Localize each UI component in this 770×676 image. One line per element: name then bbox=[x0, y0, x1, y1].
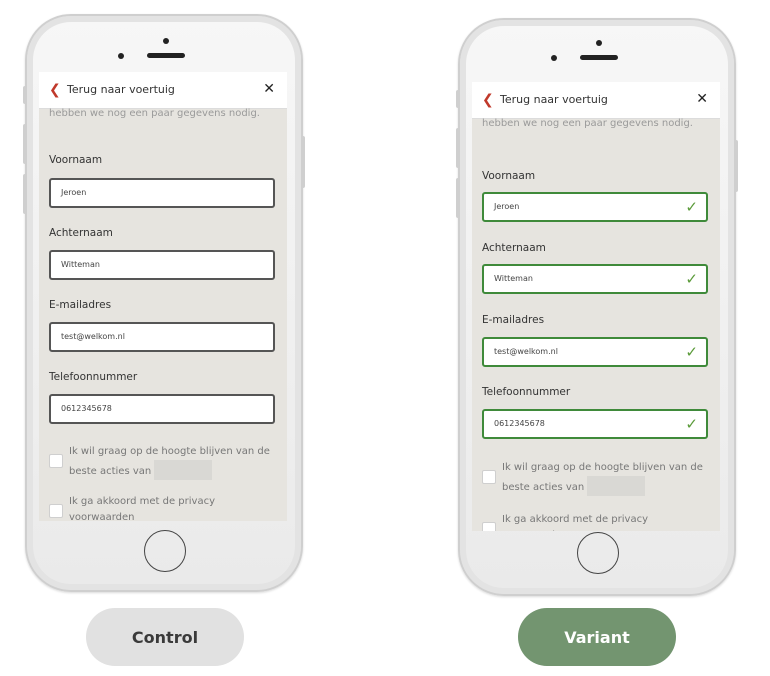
last-name-label: Achternaam bbox=[49, 227, 113, 239]
mute-switch bbox=[23, 86, 27, 104]
intro-text: hebben we nog een paar gegevens nodig. bbox=[482, 118, 693, 129]
power-button bbox=[301, 136, 305, 188]
phone-variant: ❮ Terug naar voertuig ✕ hebben we nog ee… bbox=[456, 18, 738, 596]
check-icon: ✓ bbox=[685, 343, 698, 361]
sensor bbox=[551, 55, 557, 61]
back-link[interactable]: Terug naar voertuig bbox=[67, 83, 175, 96]
front-camera bbox=[163, 38, 169, 44]
phone-label: Telefoonnummer bbox=[482, 386, 571, 398]
first-name-label: Voornaam bbox=[482, 170, 536, 182]
close-icon[interactable]: ✕ bbox=[263, 81, 275, 97]
speaker bbox=[147, 53, 185, 58]
newsletter-label-line2: beste acties van bbox=[502, 482, 585, 493]
privacy-label-line2: voorwaarden bbox=[69, 512, 135, 521]
email-value: test@welkom.nl bbox=[61, 332, 125, 341]
redacted-brand bbox=[587, 476, 646, 496]
email-value: test@welkom.nl bbox=[494, 347, 558, 356]
close-icon[interactable]: ✕ bbox=[696, 91, 708, 107]
volume-up-button bbox=[23, 124, 27, 164]
newsletter-label: Ik wil graag op de hoogte blijven van de… bbox=[69, 444, 279, 480]
last-name-field[interactable]: Witteman ✓ bbox=[482, 264, 708, 294]
first-name-field[interactable]: Jeroen bbox=[49, 178, 275, 208]
last-name-value: Witteman bbox=[61, 260, 100, 269]
volume-up-button bbox=[456, 128, 460, 168]
top-bar: ❮ Terug naar voertuig ✕ bbox=[39, 72, 287, 109]
last-name-value: Witteman bbox=[494, 274, 533, 283]
privacy-checkbox[interactable] bbox=[49, 504, 63, 518]
newsletter-label-line1: Ik wil graag op de hoogte blijven van de bbox=[502, 462, 703, 473]
screen: ❮ Terug naar voertuig ✕ hebben we nog ee… bbox=[472, 82, 720, 531]
first-name-value: Jeroen bbox=[61, 188, 87, 197]
home-button[interactable] bbox=[144, 530, 186, 572]
control-button[interactable]: Control bbox=[86, 608, 244, 666]
phone-value: 0612345678 bbox=[494, 419, 545, 428]
last-name-label: Achternaam bbox=[482, 242, 546, 254]
email-field[interactable]: test@welkom.nl bbox=[49, 322, 275, 352]
phone-label: Telefoonnummer bbox=[49, 371, 138, 383]
privacy-label-line1: Ik ga akkoord met de privacy bbox=[502, 514, 648, 525]
volume-down-button bbox=[23, 174, 27, 214]
last-name-field[interactable]: Witteman bbox=[49, 250, 275, 280]
back-link[interactable]: Terug naar voertuig bbox=[500, 93, 608, 106]
first-name-label: Voornaam bbox=[49, 154, 103, 166]
mute-switch bbox=[456, 90, 460, 108]
power-button bbox=[734, 140, 738, 192]
privacy-checkbox[interactable] bbox=[482, 522, 496, 531]
redacted-brand bbox=[154, 460, 213, 480]
first-name-value: Jeroen bbox=[494, 202, 520, 211]
email-field[interactable]: test@welkom.nl ✓ bbox=[482, 337, 708, 367]
privacy-label-line1: Ik ga akkoord met de privacy bbox=[69, 496, 215, 507]
phone-control: ❮ Terug naar voertuig ✕ hebben we nog ee… bbox=[23, 14, 305, 592]
phone-field[interactable]: 0612345678 ✓ bbox=[482, 409, 708, 439]
privacy-label: Ik ga akkoord met de privacy voorwaarden bbox=[69, 494, 279, 521]
volume-down-button bbox=[456, 178, 460, 218]
first-name-field[interactable]: Jeroen ✓ bbox=[482, 192, 708, 222]
email-label: E-mailadres bbox=[49, 299, 112, 311]
home-button[interactable] bbox=[577, 532, 619, 574]
email-label: E-mailadres bbox=[482, 314, 545, 326]
chevron-left-icon[interactable]: ❮ bbox=[49, 82, 61, 98]
newsletter-label-line2: beste acties van bbox=[69, 466, 152, 477]
phone-value: 0612345678 bbox=[61, 404, 112, 413]
speaker bbox=[580, 55, 618, 60]
screen: ❮ Terug naar voertuig ✕ hebben we nog ee… bbox=[39, 72, 287, 521]
check-icon: ✓ bbox=[685, 270, 698, 288]
variant-button[interactable]: Variant bbox=[518, 608, 676, 666]
check-icon: ✓ bbox=[685, 415, 698, 433]
newsletter-checkbox[interactable] bbox=[49, 454, 63, 468]
top-bar: ❮ Terug naar voertuig ✕ bbox=[472, 82, 720, 119]
front-camera bbox=[596, 40, 602, 46]
check-icon: ✓ bbox=[685, 198, 698, 216]
privacy-label-line2: voorwaarden bbox=[502, 530, 567, 531]
newsletter-label-line1: Ik wil graag op de hoogte blijven van de bbox=[69, 446, 270, 457]
newsletter-label: Ik wil graag op de hoogte blijven van de… bbox=[502, 460, 712, 496]
newsletter-checkbox[interactable] bbox=[482, 470, 496, 484]
chevron-left-icon[interactable]: ❮ bbox=[482, 92, 494, 108]
sensor bbox=[118, 53, 124, 59]
privacy-label: Ik ga akkoord met de privacy voorwaarden bbox=[502, 512, 712, 531]
phone-field[interactable]: 0612345678 bbox=[49, 394, 275, 424]
intro-text: hebben we nog een paar gegevens nodig. bbox=[49, 108, 260, 119]
